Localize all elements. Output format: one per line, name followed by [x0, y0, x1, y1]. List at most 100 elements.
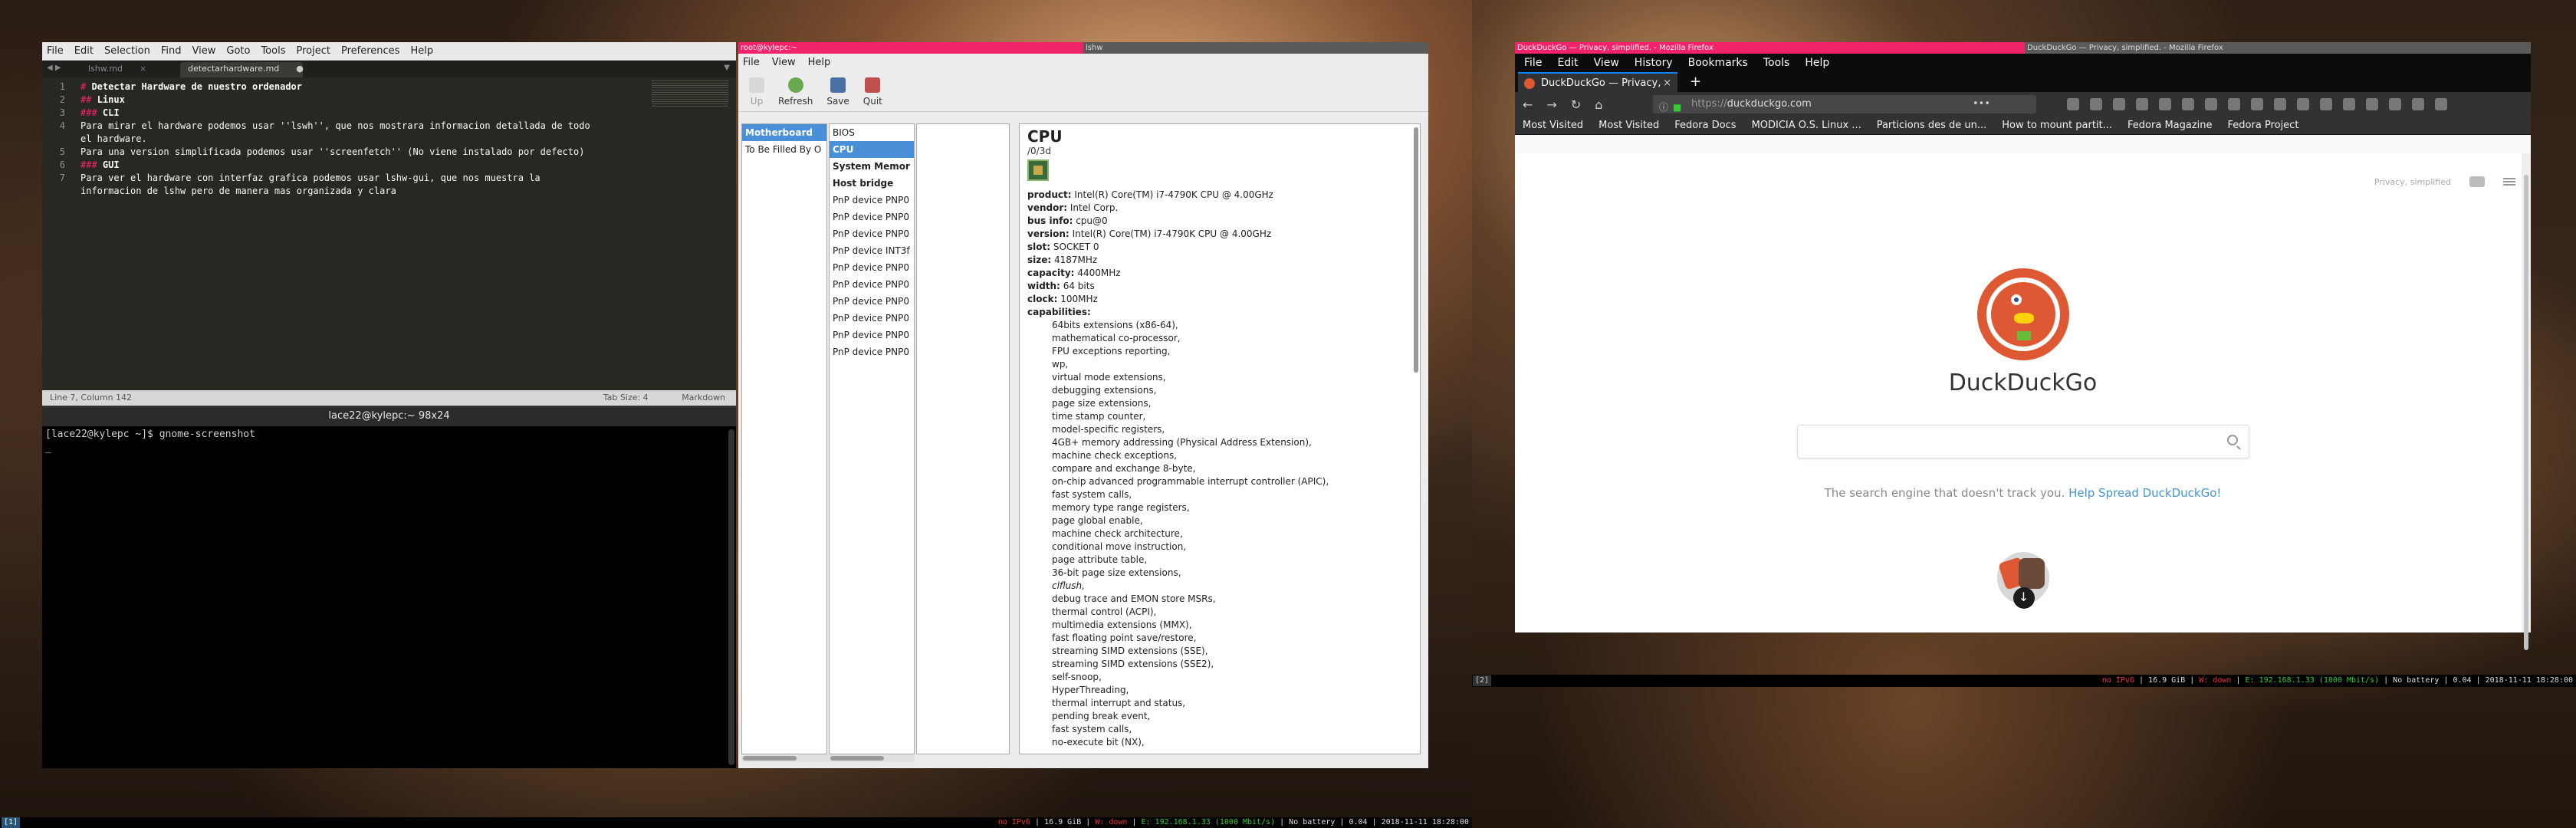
menu-item-selection[interactable]: Selection [104, 45, 150, 57]
bookmark-item[interactable]: Particions des de un... [1877, 120, 1987, 131]
device-pane-1[interactable]: Motherboard To Be Filled By O [741, 123, 827, 754]
window-title-other[interactable]: DuckDuckGo — Privacy, simplified. - Mozi… [2025, 42, 2531, 54]
bookmark-item[interactable]: Most Visited [1523, 120, 1583, 131]
tab-size[interactable]: Tab Size: 4 [603, 393, 649, 402]
extension-icon[interactable] [2366, 98, 2378, 110]
menu-item-file[interactable]: File [743, 57, 760, 68]
library-icon[interactable] [2067, 98, 2079, 110]
tab-nav-arrows-icon[interactable]: ◀ ▶ [47, 64, 61, 72]
menu-icon[interactable] [2503, 178, 2515, 186]
bookmark-item[interactable]: Most Visited [1598, 120, 1659, 131]
menu-item-find[interactable]: Find [161, 45, 182, 57]
terminal-scrollbar[interactable] [728, 429, 734, 765]
menu-item-tools[interactable]: Tools [1763, 57, 1790, 69]
menu-item-view[interactable]: View [1594, 57, 1619, 69]
up-button[interactable]: Up [749, 77, 764, 111]
tab-detectarhardware-md[interactable]: detectarhardware.md ● [180, 62, 304, 77]
add-to-firefox-illustration[interactable]: ↓ [1996, 552, 2049, 609]
back-icon[interactable]: ← [1523, 97, 1533, 112]
close-icon[interactable]: × [140, 64, 146, 74]
device-item[interactable]: PnP device PNP0 [830, 310, 914, 327]
extension-icon[interactable] [2274, 98, 2286, 110]
lshw-gui-window[interactable]: root@kylepc:~ lshw File View Help Up Refre… [738, 42, 1428, 768]
privacy-dropdown[interactable]: Privacy, simplified [2374, 177, 2451, 187]
extension-icon[interactable] [2228, 98, 2240, 110]
help-spread-link[interactable]: Help Spread DuckDuckGo! [2068, 486, 2221, 500]
tab-duckduckgo[interactable]: DuckDuckGo — Privacy, × [1518, 72, 1677, 92]
reload-icon[interactable]: ↻ [1571, 97, 1581, 112]
bookmark-item[interactable]: Fedora Magazine [2128, 120, 2213, 131]
quit-button[interactable]: Quit [863, 77, 882, 111]
device-item[interactable]: Host bridge [830, 175, 914, 192]
info-icon[interactable]: ⓘ [1659, 98, 1668, 117]
device-item[interactable]: CPU [830, 141, 914, 158]
editor-area[interactable]: 1 2 3 4 5 6 7 # Detectar Hardware de nuestro o… [42, 77, 736, 390]
device-item[interactable]: To Be Filled By O [742, 141, 826, 158]
workspace-1-button[interactable]: [1] [2, 817, 21, 828]
home-icon[interactable]: ⌂ [1595, 97, 1602, 112]
extension-icon[interactable] [2297, 98, 2309, 110]
terminal-output[interactable]: [lace22@kylepc ~]$ gnome-screenshot _ [45, 428, 725, 768]
device-item[interactable]: PnP device PNP0 [830, 343, 914, 360]
menu-item-preferences[interactable]: Preferences [341, 45, 399, 57]
menu-item-file[interactable]: File [47, 45, 64, 57]
device-item[interactable]: PnP device PNP0 [830, 327, 914, 343]
bookmark-item[interactable]: Fedora Docs [1674, 120, 1736, 131]
menu-item-edit[interactable]: Edit [74, 45, 94, 57]
search-input[interactable] [1796, 425, 2249, 458]
window-title-root[interactable]: root@kylepc:~ [738, 42, 1083, 54]
device-item[interactable]: PnP device PNP0 [830, 192, 914, 209]
extension-icon[interactable] [2343, 98, 2355, 110]
sublime-text-window[interactable]: File Edit Selection Find View Goto Tools Projec… [42, 42, 736, 406]
extension-icon[interactable] [2412, 98, 2424, 110]
menu-item-goto[interactable]: Goto [226, 45, 250, 57]
device-item[interactable]: PnP device INT3f [830, 242, 914, 259]
device-pane-2[interactable]: BIOS CPU System Memor Host bridge PnP device… [829, 123, 915, 754]
menu-item-help[interactable]: Help [808, 57, 831, 68]
menu-item-help[interactable]: Help [410, 45, 433, 57]
new-tab-button[interactable]: + [1690, 72, 1701, 92]
lock-icon[interactable]: ■ [1673, 98, 1681, 117]
extension-icon[interactable] [2113, 98, 2125, 110]
device-item[interactable]: PnP device PNP0 [830, 276, 914, 293]
code-text[interactable]: # Detectar Hardware de nuestro ordenador… [80, 80, 644, 198]
device-pane-3[interactable] [916, 123, 1010, 754]
device-detail-pane[interactable]: CPU /0/3d product: Intel(R) Core(TM) i7-… [1019, 123, 1421, 754]
menu-item-bookmarks[interactable]: Bookmarks [1688, 57, 1748, 69]
device-item[interactable]: PnP device PNP0 [830, 225, 914, 242]
tab-dropdown-icon[interactable]: ▼ [724, 64, 730, 72]
bookmark-item[interactable]: How to mount partit... [2002, 120, 2112, 131]
page-scrollbar[interactable] [2522, 153, 2531, 650]
device-item[interactable]: PnP device PNP0 [830, 259, 914, 276]
detail-scrollbar[interactable] [1414, 127, 1418, 373]
extension-icon[interactable] [2159, 98, 2171, 110]
url-bar[interactable]: ⓘ ■ https://duckduckgo.com ••• [1653, 95, 2036, 113]
terminal-window[interactable]: lace22@kylepc:~ 98x24 [lace22@kylepc ~]$… [42, 406, 736, 768]
device-item[interactable]: PnP device PNP0 [830, 209, 914, 225]
device-item[interactable]: BIOS [830, 124, 914, 141]
extension-icon[interactable] [2182, 98, 2194, 110]
refresh-button[interactable]: Refresh [778, 77, 813, 111]
device-item[interactable]: PnP device PNP0 [830, 293, 914, 310]
close-tab-icon[interactable]: × [1663, 74, 1671, 94]
bookmark-item[interactable]: MODICIA O.S. Linux ... [1752, 120, 1861, 131]
page-actions-icon[interactable]: ••• [1973, 95, 1990, 113]
extension-icon[interactable] [2205, 98, 2217, 110]
modified-dot-icon[interactable]: ● [296, 64, 304, 74]
firefox-window[interactable]: DuckDuckGo — Privacy, simplified. - Mozi… [1515, 42, 2531, 650]
device-item[interactable]: Motherboard [742, 124, 826, 141]
horizontal-scrollbar[interactable] [741, 754, 915, 762]
hamburger-menu-icon[interactable] [2435, 98, 2447, 110]
extension-icon[interactable] [2136, 98, 2148, 110]
scroll-down-icon[interactable]: ↓ [2013, 587, 2035, 609]
extension-icon[interactable] [2251, 98, 2263, 110]
menu-item-edit[interactable]: Edit [1557, 57, 1578, 69]
forward-icon[interactable]: → [1546, 97, 1556, 112]
bookmark-item[interactable]: Fedora Project [2228, 120, 2299, 131]
syntax-mode[interactable]: Markdown [682, 393, 725, 402]
menu-item-view[interactable]: View [192, 45, 216, 57]
workspace-2-button[interactable]: [2] [1473, 675, 1492, 686]
extension-icon[interactable] [2389, 98, 2401, 110]
search-icon[interactable] [2226, 435, 2238, 445]
menu-item-history[interactable]: History [1635, 57, 1673, 69]
